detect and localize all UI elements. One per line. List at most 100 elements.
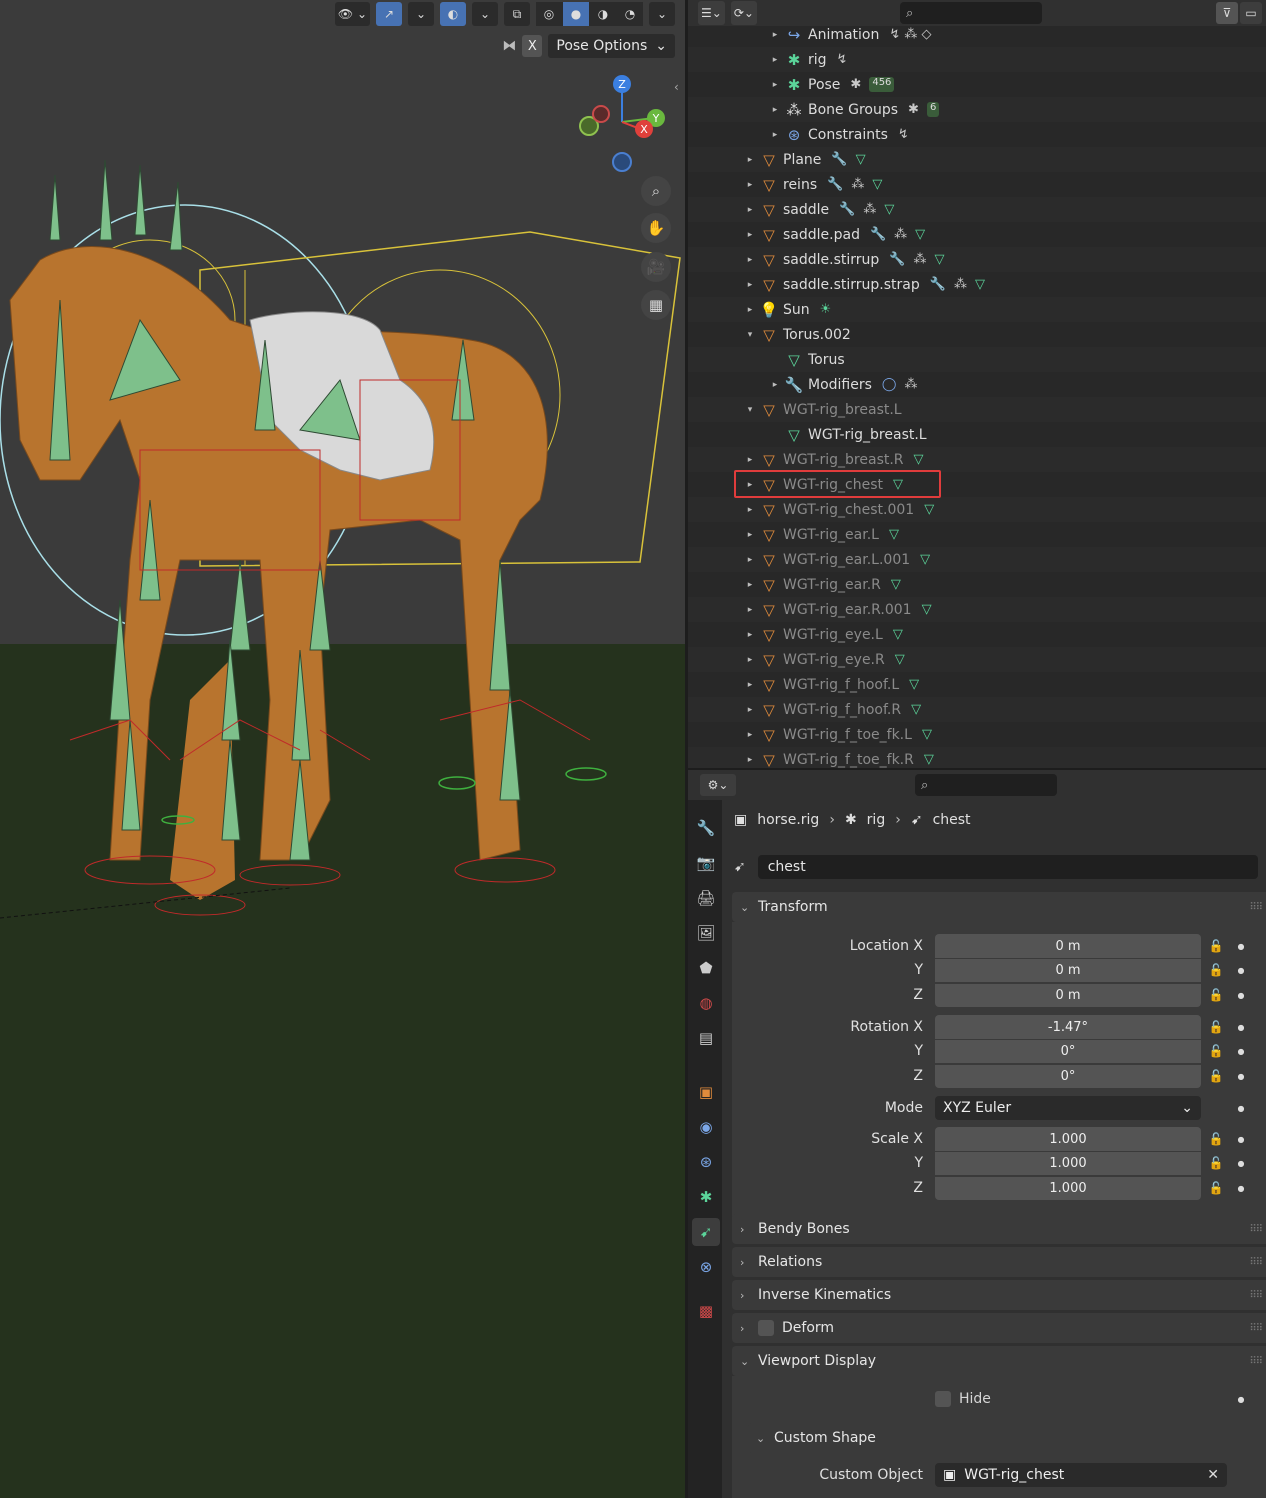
mesh-data-icon[interactable]: ▽: [856, 152, 866, 167]
lock-icon[interactable]: 🔓: [1201, 1069, 1231, 1083]
modifier-icon[interactable]: 🔧: [827, 177, 843, 192]
scale-z-field[interactable]: 1.000: [935, 1176, 1201, 1200]
expand-right-icon[interactable]: ▸: [768, 130, 782, 140]
expand-right-icon[interactable]: ▸: [743, 655, 757, 665]
wireframe-icon[interactable]: ◎: [536, 2, 562, 26]
outliner-row[interactable]: ▸ ✱ Pose ✱ 456: [688, 72, 1266, 97]
location-x-field[interactable]: 0 m: [935, 934, 1201, 958]
viewport-display-panel-header[interactable]: ⌄ Viewport Display ⠿⠿: [732, 1346, 1266, 1376]
mirror-icon[interactable]: ⧓: [502, 38, 516, 54]
mesh-data-icon[interactable]: ▽: [914, 452, 924, 467]
material-icon[interactable]: ◑: [590, 2, 616, 26]
sidebar-toggle-icon[interactable]: ‹: [674, 80, 679, 94]
outliner-row[interactable]: ▸ ▽ Plane 🔧 ▽: [688, 147, 1266, 172]
clear-icon[interactable]: ✕: [1207, 1467, 1219, 1483]
lock-icon[interactable]: 🔓: [1201, 988, 1231, 1002]
mesh-data-icon[interactable]: ▽: [895, 652, 905, 667]
outliner-row[interactable]: ▸ ▽ WGT-rig_ear.R.001 ▽: [688, 597, 1266, 622]
outliner-row[interactable]: ▸ ↪ Animation ↯ ⁂ ◇: [688, 22, 1266, 47]
expand-right-icon[interactable]: ▸: [743, 555, 757, 565]
location-y-field[interactable]: 0 m: [935, 958, 1201, 982]
mesh-data-icon[interactable]: ▽: [922, 602, 932, 617]
keyframe-dot-icon[interactable]: ●: [1231, 942, 1251, 951]
expand-right-icon[interactable]: ▸: [743, 230, 757, 240]
outliner-row[interactable]: ▽ WGT-rig_breast.L: [688, 422, 1266, 447]
expand-right-icon[interactable]: ▸: [743, 730, 757, 740]
vertex-groups-icon[interactable]: ⁂: [863, 202, 876, 217]
lock-icon[interactable]: 🔓: [1201, 1181, 1231, 1195]
vertex-groups-icon[interactable]: ⁂: [954, 277, 967, 292]
expand-right-icon[interactable]: ▸: [743, 155, 757, 165]
expand-right-icon[interactable]: ▸: [743, 580, 757, 590]
outliner-row[interactable]: ▸ 🔧 Modifiers ◯ ⁂: [688, 372, 1266, 397]
render-tab-icon[interactable]: 📷: [692, 849, 720, 877]
outliner-row[interactable]: ▸ ⁂ Bone Groups ✱ 6: [688, 97, 1266, 122]
texture-tab-icon[interactable]: ▩: [692, 1297, 720, 1325]
expand-right-icon[interactable]: ▸: [768, 380, 782, 390]
lock-icon[interactable]: 🔓: [1201, 1156, 1231, 1170]
outliner-row[interactable]: ▾ ▽ WGT-rig_breast.L: [688, 397, 1266, 422]
expand-down-icon[interactable]: ▾: [743, 405, 757, 415]
modifier-icon[interactable]: 🔧: [831, 152, 847, 167]
expand-right-icon[interactable]: ▸: [768, 80, 782, 90]
outliner-row[interactable]: ▸ 💡 Sun ☀: [688, 297, 1266, 322]
physics-tab-icon[interactable]: ◉: [692, 1113, 720, 1141]
rotation-x-field[interactable]: -1.47°: [935, 1015, 1201, 1039]
modifier-item-icon[interactable]: ◯: [882, 377, 897, 392]
expand-right-icon[interactable]: ▸: [743, 455, 757, 465]
bone-constraints-tab-icon[interactable]: ⊗: [692, 1253, 720, 1281]
expand-right-icon[interactable]: ▸: [743, 705, 757, 715]
transform-panel-header[interactable]: ⌄ Transform ⠿⠿: [732, 892, 1266, 922]
outliner-row[interactable]: ▸ ▽ WGT-rig_ear.R ▽: [688, 572, 1266, 597]
rotation-z-field[interactable]: 0°: [935, 1064, 1201, 1088]
drag-handle-icon[interactable]: ⠿⠿: [1249, 1290, 1263, 1301]
collection-tab-icon[interactable]: ▤: [692, 1024, 720, 1052]
xray-icon[interactable]: ⧉: [504, 2, 530, 26]
outliner-row[interactable]: ▸ ▽ saddle 🔧 ⁂ ▽: [688, 197, 1266, 222]
pose-options-dropdown[interactable]: Pose Options ⌄: [548, 34, 675, 58]
archive-icon[interactable]: ▭: [1240, 2, 1262, 24]
keyframe-dot-icon[interactable]: ●: [1231, 1159, 1251, 1168]
lock-icon[interactable]: 🔓: [1201, 1132, 1231, 1146]
link-icon[interactable]: ↯: [837, 52, 848, 67]
perspective-grid-icon[interactable]: ▦: [641, 290, 671, 320]
outliner-row[interactable]: ▸ ▽ WGT-rig_ear.L ▽: [688, 522, 1266, 547]
x-mirror-toggle[interactable]: X: [522, 35, 543, 57]
pan-hand-icon[interactable]: ✋: [641, 213, 671, 243]
keyframe-dot-icon[interactable]: ●: [1231, 1135, 1251, 1144]
scale-y-field[interactable]: 1.000: [935, 1151, 1201, 1175]
expand-right-icon[interactable]: ▸: [743, 505, 757, 515]
drag-handle-icon[interactable]: ⠿⠿: [1249, 902, 1263, 913]
outliner-row[interactable]: ▽ Torus: [688, 347, 1266, 372]
mesh-data-icon[interactable]: ▽: [924, 502, 934, 517]
keyframe-dot-icon[interactable]: ●: [1231, 1395, 1251, 1404]
lock-icon[interactable]: 🔓: [1201, 939, 1231, 953]
hide-checkbox[interactable]: [935, 1391, 951, 1407]
modifier-icon[interactable]: 🔧: [870, 227, 886, 242]
scene-tab-icon[interactable]: ⬟: [692, 954, 720, 982]
keyframe-dot-icon[interactable]: ●: [1231, 1047, 1251, 1056]
bone-tab-icon[interactable]: ➹: [692, 1218, 720, 1246]
3d-viewport[interactable]: 👁 ⌄ ↗ ⌄ ◐ ⌄ ⧉ ◎ ● ◑ ◔ ⌄ ⧓ X Pose Options…: [0, 0, 685, 1498]
outliner-row[interactable]: ▸ ▽ WGT-rig_f_toe_fk.L ▽: [688, 722, 1266, 747]
keyframe-dot-icon[interactable]: ●: [1231, 991, 1251, 1000]
mesh-data-icon[interactable]: ▽: [975, 277, 985, 292]
outliner-row[interactable]: ▸ ▽ WGT-rig_f_hoof.R ▽: [688, 697, 1266, 722]
mesh-data-icon[interactable]: ▽: [872, 177, 882, 192]
bendy-bones-panel-header[interactable]: › Bendy Bones ⠿⠿: [732, 1214, 1266, 1244]
visibility-icon[interactable]: 👁 ⌄: [334, 2, 370, 26]
mesh-data-icon[interactable]: ▽: [893, 627, 903, 642]
drag-handle-icon[interactable]: ⠿⠿: [1249, 1224, 1263, 1235]
modifier-icon[interactable]: 🔧: [889, 252, 905, 267]
expand-right-icon[interactable]: ▸: [768, 105, 782, 115]
drag-handle-icon[interactable]: ⠿⠿: [1249, 1257, 1263, 1268]
lock-icon[interactable]: 🔓: [1201, 1044, 1231, 1058]
outliner-row[interactable]: ▾ ▽ Torus.002: [688, 322, 1266, 347]
expand-right-icon[interactable]: ▸: [743, 755, 757, 765]
mesh-data-icon[interactable]: ▽: [922, 727, 932, 742]
outliner-row[interactable]: ▸ ▽ WGT-rig_ear.L.001 ▽: [688, 547, 1266, 572]
location-z-field[interactable]: 0 m: [935, 983, 1201, 1007]
custom-object-field[interactable]: ▣ WGT-rig_chest ✕: [935, 1463, 1227, 1487]
expand-right-icon[interactable]: ▸: [743, 280, 757, 290]
keyframe-dot-icon[interactable]: ●: [1231, 1104, 1251, 1113]
